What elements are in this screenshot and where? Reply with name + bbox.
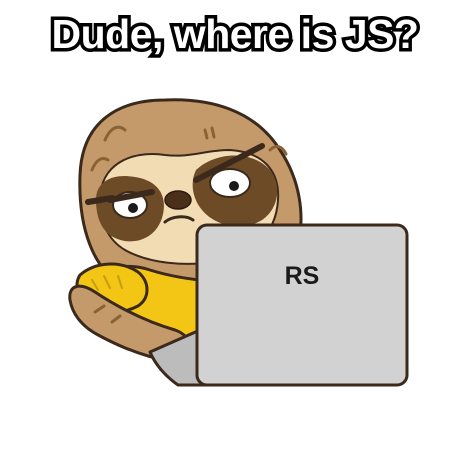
sloth-laptop-illustration [68,98,409,387]
laptop-label-wrap: RS [197,262,407,291]
meme-caption: Dude, where is JS? [48,8,422,61]
laptop-lid [195,223,409,387]
laptop-label: RS [284,262,320,290]
sloth-pupil-right [229,181,239,191]
sloth-pupil-left [128,203,138,213]
sloth-nose [164,190,192,210]
meme-canvas: RS Dude, where is JS? [0,0,470,470]
sloth-brow-line [85,195,115,205]
